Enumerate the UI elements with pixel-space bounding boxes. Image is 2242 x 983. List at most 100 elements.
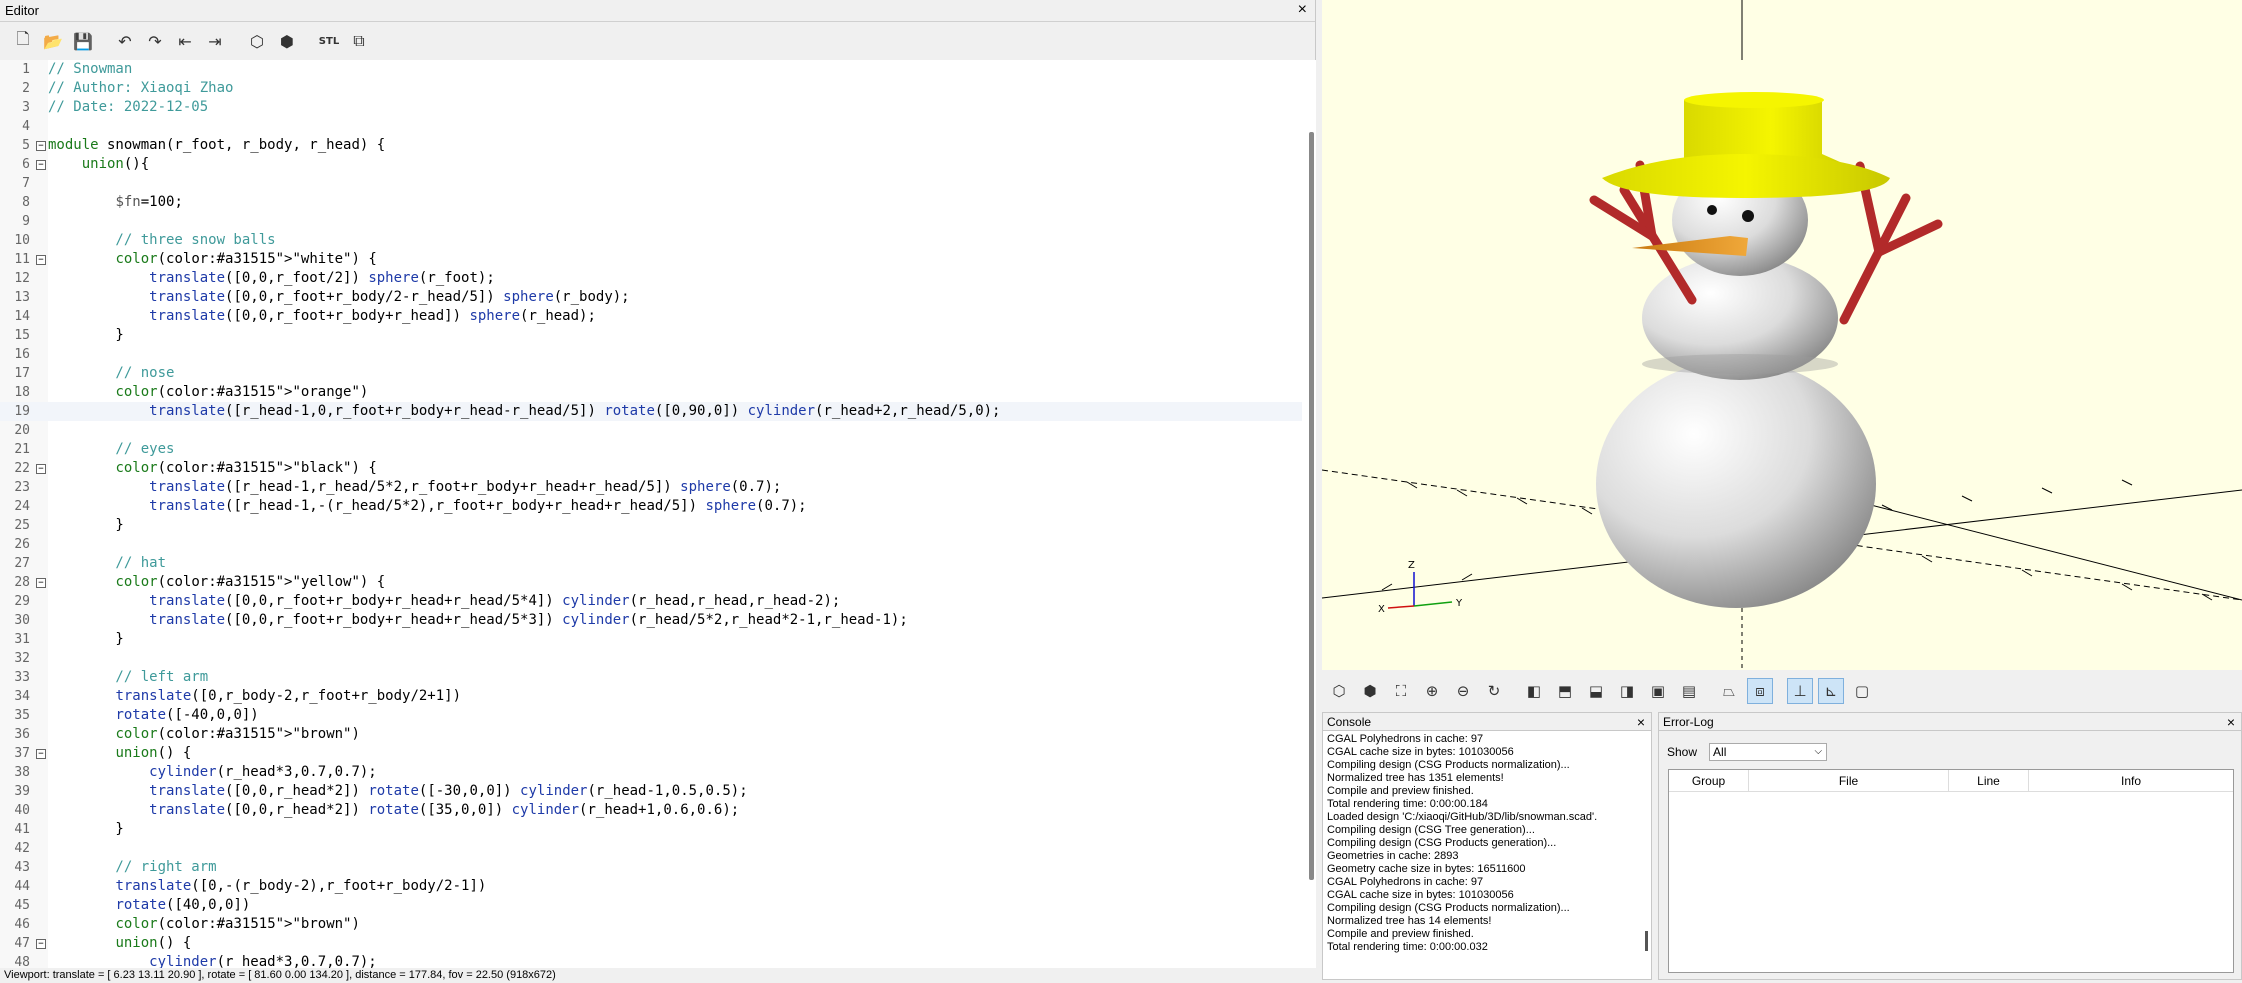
code-line[interactable]: 8 $fn=100; bbox=[0, 193, 1302, 212]
code-line[interactable]: 22− color(color:#a31515">"black") { bbox=[0, 459, 1302, 478]
code-line[interactable]: 40 translate([0,0,r_head*2]) rotate([35,… bbox=[0, 801, 1302, 820]
reset-view-icon[interactable]: ↻ bbox=[1481, 678, 1507, 704]
code-line[interactable]: 43 // right arm bbox=[0, 858, 1302, 877]
code-line[interactable]: 10 // three snow balls bbox=[0, 231, 1302, 250]
undo-icon[interactable]: ↶ bbox=[112, 28, 138, 54]
code-line[interactable]: 32 bbox=[0, 649, 1302, 668]
zoom-out-icon[interactable]: ⊖ bbox=[1450, 678, 1476, 704]
code-line[interactable]: 48 cylinder(r_head*3,0.7,0.7); bbox=[0, 953, 1302, 968]
console-line: CGAL cache size in bytes: 101030056 bbox=[1327, 746, 1514, 758]
code-line[interactable]: 16 bbox=[0, 345, 1302, 364]
code-line[interactable]: 19 translate([r_head-1,0,r_foot+r_body+r… bbox=[0, 402, 1302, 421]
fold-toggle-icon[interactable]: − bbox=[36, 255, 46, 265]
code-line[interactable]: 3 // Date: 2022-12-05 bbox=[0, 98, 1302, 117]
show-axes-icon[interactable]: ⊥ bbox=[1787, 678, 1813, 704]
code-line[interactable]: 45 rotate([40,0,0]) bbox=[0, 896, 1302, 915]
show-filter-select[interactable]: All ⌵ bbox=[1709, 743, 1828, 761]
show-scale-icon[interactable]: ⊾ bbox=[1818, 678, 1844, 704]
view-all-icon[interactable]: ⛶ bbox=[1388, 678, 1414, 704]
preview-icon[interactable]: ⬡ bbox=[244, 28, 270, 54]
new-file-icon[interactable]: 🗋 bbox=[10, 28, 36, 54]
code-text: color(color:#a31515">"orange") bbox=[115, 384, 369, 400]
editor-close-button[interactable]: × bbox=[1298, 0, 1307, 20]
code-line[interactable]: 4 bbox=[0, 117, 1302, 136]
code-line[interactable]: 30 translate([0,0,r_foot+r_body+r_head+r… bbox=[0, 611, 1302, 630]
orthogonal-icon[interactable]: ⧈ bbox=[1747, 678, 1773, 704]
code-line[interactable]: 33 // left arm bbox=[0, 668, 1302, 687]
code-line[interactable]: 12 translate([0,0,r_foot/2]) sphere(r_fo… bbox=[0, 269, 1302, 288]
perspective-icon[interactable]: ⏢ bbox=[1716, 678, 1742, 704]
3d-viewport[interactable]: Z Y X bbox=[1322, 0, 2242, 670]
fold-toggle-icon[interactable]: − bbox=[36, 141, 46, 151]
console-close-button[interactable]: × bbox=[1637, 713, 1645, 731]
unindent-icon[interactable]: ⇤ bbox=[172, 28, 198, 54]
error-log-close-button[interactable]: × bbox=[2227, 713, 2235, 731]
code-line[interactable]: 1 // Snowman bbox=[0, 60, 1302, 79]
code-line[interactable]: 27 // hat bbox=[0, 554, 1302, 573]
code-line[interactable]: 15 } bbox=[0, 326, 1302, 345]
render-icon[interactable]: ⬢ bbox=[274, 28, 300, 54]
view-left-icon[interactable]: ◨ bbox=[1614, 678, 1640, 704]
fold-toggle-icon[interactable]: − bbox=[36, 160, 46, 170]
view-front-icon[interactable]: ▣ bbox=[1645, 678, 1671, 704]
code-line[interactable]: 14 translate([0,0,r_foot+r_body+r_head])… bbox=[0, 307, 1302, 326]
column-group[interactable]: Group bbox=[1669, 770, 1749, 791]
code-line[interactable]: 9 bbox=[0, 212, 1302, 231]
code-line[interactable]: 11− color(color:#a31515">"white") { bbox=[0, 250, 1302, 269]
preview-icon[interactable]: ⬡ bbox=[1326, 678, 1352, 704]
view-bottom-icon[interactable]: ⬓ bbox=[1583, 678, 1609, 704]
code-line[interactable]: 7 bbox=[0, 174, 1302, 193]
code-area[interactable]: 1 // Snowman 2 // Author: Xiaoqi Zhao 3 // Da… bbox=[0, 60, 1302, 968]
view-top-icon[interactable]: ⬒ bbox=[1552, 678, 1578, 704]
code-line[interactable]: 6− union(){ bbox=[0, 155, 1302, 174]
code-line[interactable]: 23 translate([r_head-1,r_head/5*2,r_foot… bbox=[0, 478, 1302, 497]
code-line[interactable]: 47− union() { bbox=[0, 934, 1302, 953]
column-info[interactable]: Info bbox=[2029, 770, 2233, 791]
code-line[interactable]: 41 } bbox=[0, 820, 1302, 839]
code-line[interactable]: 34 translate([0,r_body-2,r_foot+r_body/2… bbox=[0, 687, 1302, 706]
code-line[interactable]: 42 bbox=[0, 839, 1302, 858]
editor-scrollbar[interactable] bbox=[1309, 132, 1314, 880]
code-line[interactable]: 37− union() { bbox=[0, 744, 1302, 763]
code-text: // Snowman bbox=[48, 61, 133, 77]
fold-toggle-icon[interactable]: − bbox=[36, 578, 46, 588]
view-back-icon[interactable]: ▤ bbox=[1676, 678, 1702, 704]
column-file[interactable]: File bbox=[1749, 770, 1949, 791]
export-stl-icon[interactable]: STL bbox=[316, 28, 342, 54]
open-file-icon[interactable]: 📂 bbox=[40, 28, 66, 54]
save-icon[interactable]: 💾 bbox=[70, 28, 96, 54]
code-line[interactable]: 21 // eyes bbox=[0, 440, 1302, 459]
fold-toggle-icon[interactable]: − bbox=[36, 749, 46, 759]
fold-toggle-icon[interactable]: − bbox=[36, 464, 46, 474]
code-line[interactable]: 39 translate([0,0,r_head*2]) rotate([-30… bbox=[0, 782, 1302, 801]
send-to-print-icon[interactable]: ⧉ bbox=[346, 28, 372, 54]
code-line[interactable]: 46 color(color:#a31515">"brown") bbox=[0, 915, 1302, 934]
code-line[interactable]: 24 translate([r_head-1,-(r_head/5*2),r_f… bbox=[0, 497, 1302, 516]
code-line[interactable]: 35 rotate([-40,0,0]) bbox=[0, 706, 1302, 725]
code-line[interactable]: 2 // Author: Xiaoqi Zhao bbox=[0, 79, 1302, 98]
view-right-icon[interactable]: ◧ bbox=[1521, 678, 1547, 704]
code-line[interactable]: 38 cylinder(r_head*3,0.7,0.7); bbox=[0, 763, 1302, 782]
column-line[interactable]: Line bbox=[1949, 770, 2029, 791]
code-editor[interactable]: 1 // Snowman 2 // Author: Xiaoqi Zhao 3 // Da… bbox=[0, 60, 1316, 968]
code-line[interactable]: 20 bbox=[0, 421, 1302, 440]
show-edges-icon[interactable]: ▢ bbox=[1849, 678, 1875, 704]
render-icon[interactable]: ⬢ bbox=[1357, 678, 1383, 704]
code-line[interactable]: 28− color(color:#a31515">"yellow") { bbox=[0, 573, 1302, 592]
code-line[interactable]: 44 translate([0,-(r_body-2),r_foot+r_bod… bbox=[0, 877, 1302, 896]
code-line[interactable]: 18 color(color:#a31515">"orange") bbox=[0, 383, 1302, 402]
code-line[interactable]: 17 // nose bbox=[0, 364, 1302, 383]
code-line[interactable]: 25 } bbox=[0, 516, 1302, 535]
console-scrollbar[interactable] bbox=[1645, 931, 1648, 951]
code-text: $fn=100; bbox=[115, 194, 183, 210]
code-line[interactable]: 36 color(color:#a31515">"brown") bbox=[0, 725, 1302, 744]
redo-icon[interactable]: ↷ bbox=[142, 28, 168, 54]
code-line[interactable]: 31 } bbox=[0, 630, 1302, 649]
code-line[interactable]: 29 translate([0,0,r_foot+r_body+r_head+r… bbox=[0, 592, 1302, 611]
zoom-in-icon[interactable]: ⊕ bbox=[1419, 678, 1445, 704]
code-line[interactable]: 26 bbox=[0, 535, 1302, 554]
code-line[interactable]: 5− module snowman(r_foot, r_body, r_head)… bbox=[0, 136, 1302, 155]
indent-icon[interactable]: ⇥ bbox=[202, 28, 228, 54]
fold-toggle-icon[interactable]: − bbox=[36, 939, 46, 949]
code-line[interactable]: 13 translate([0,0,r_foot+r_body/2-r_head… bbox=[0, 288, 1302, 307]
